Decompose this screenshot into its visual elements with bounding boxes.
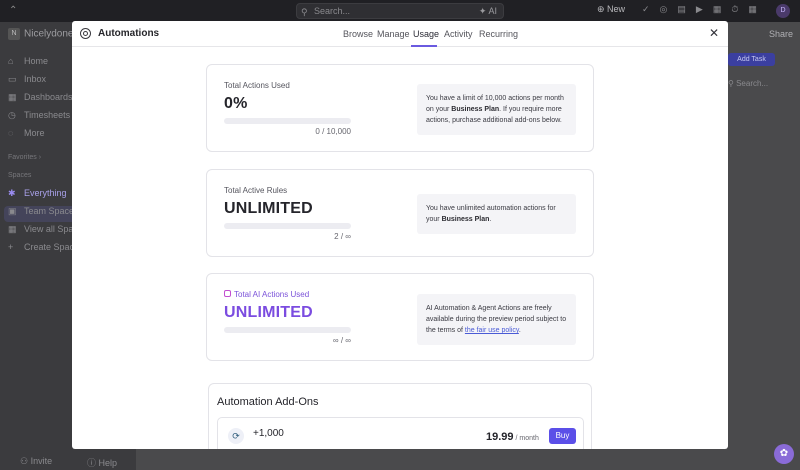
automation-addon-icon: ⟳ [228,428,244,444]
usage-progress-bar [224,118,351,124]
total-ai-actions-card: Total AI Actions Used UNLIMITED ∞ / ∞ AI… [206,273,594,361]
top-toolbar-icons[interactable]: ✓◎▤▶▦⏱▦ [642,4,767,15]
task-search[interactable]: ⚲ Search... [728,79,768,88]
tab-manage[interactable]: Manage [377,29,410,39]
buy-button[interactable]: Buy [549,428,576,444]
home-icon: ⌂ [8,56,14,66]
sidebar-item-timesheets[interactable]: ◷ Timesheets [8,110,70,121]
automation-addons-section: Automation Add-Ons ⟳ +1,000 19.99/ month… [208,383,592,449]
card-value: UNLIMITED [224,304,313,321]
usage-count: ∞ / ∞ [332,336,351,345]
usage-progress-bar [224,223,351,229]
invite-icon: ⚇ [20,456,29,466]
ai-preview-note: AI Automation & Agent Actions are freely… [417,294,576,345]
tab-recurring[interactable]: Recurring [479,29,518,39]
inbox-icon: ▭ [8,74,17,84]
help-fab-icon[interactable]: ✿ [774,444,794,464]
sidebar-item-team-space[interactable]: ▣ Team Space [8,206,74,217]
workspace-badge: N [8,28,20,40]
plus-icon: + [8,242,14,252]
share-button[interactable]: Share [769,29,793,39]
automations-modal: Automations Browse Manage Usage Activity… [72,21,728,449]
search-icon: ⚲ [301,7,308,17]
avatar[interactable]: D [776,4,790,18]
grid-icon: ▦ [8,224,17,234]
team-space-icon: ▣ [8,206,17,216]
addons-title: Automation Add-Ons [217,396,319,408]
modal-header: Automations Browse Manage Usage Activity… [72,21,728,47]
modal-title: Automations [98,28,160,39]
search-placeholder: Search... [314,6,351,16]
chevron-right-icon: › [38,154,42,161]
addon-price: 19.99/ month [486,431,539,443]
sidebar-item-create-space[interactable]: + Create Space [8,242,79,252]
total-active-rules-card: Total Active Rules UNLIMITED 2 / ∞ You h… [206,169,594,257]
spaces-section: Spaces [8,172,32,179]
addon-quantity: +1,000 [253,428,284,439]
timesheets-icon: ◷ [8,110,16,120]
help-icon: ⓘ [87,458,97,468]
top-bar: ⌃ ⚲ Search... ✦ AI ⊕ New ✓◎▤▶▦⏱▦ D [0,0,800,22]
ai-sparkle-icon [224,290,231,297]
card-label: Total Active Rules [224,186,288,195]
active-tab-indicator [411,45,437,47]
card-label: Total Actions Used [224,81,290,90]
search-icon: ⚲ [728,79,734,88]
tab-browse[interactable]: Browse [343,29,373,39]
addon-period: / month [515,435,539,442]
ai-icon: ✦ [478,6,487,16]
app-logo-icon[interactable]: ⌃ [9,5,19,17]
invite-button[interactable]: ⚇ Invite [20,456,52,467]
automation-icon [80,28,91,39]
workspace-name: Nicelydone [24,28,74,40]
global-search[interactable]: ⚲ Search... ✦ AI [296,3,504,19]
ai-button[interactable]: ✦ AI [479,4,497,18]
tab-activity[interactable]: Activity [444,29,473,39]
sidebar-item-dashboards[interactable]: ▦ Dashboards [8,92,73,103]
card-value: UNLIMITED [224,200,313,217]
addon-row: ⟳ +1,000 19.99/ month Buy [217,417,584,449]
usage-count: 0 / 10,000 [315,127,351,136]
close-icon[interactable]: ✕ [709,27,719,39]
tab-usage[interactable]: Usage [413,29,439,39]
more-icon: ◌ [8,128,14,138]
add-task-button[interactable]: Add Task [728,53,775,66]
total-actions-card: Total Actions Used 0% 0 / 10,000 You hav… [206,64,594,152]
sidebar-item-home[interactable]: ⌂ Home [8,56,48,66]
help-button[interactable]: ⓘ Help [87,456,117,469]
dashboards-icon: ▦ [8,92,17,102]
plan-note: You have a limit of 10,000 actions per m… [417,84,576,135]
plan-note: You have unlimited automation actions fo… [417,194,576,234]
everything-icon: ✱ [8,188,16,198]
sidebar-item-inbox[interactable]: ▭ Inbox [8,74,46,85]
sidebar-item-everything[interactable]: ✱ Everything [8,188,67,199]
card-value: 0% [224,95,248,112]
new-button[interactable]: ⊕ New [597,4,625,15]
workspace-switcher[interactable]: N Nicelydone [8,28,73,40]
usage-count: 2 / ∞ [334,232,351,241]
sidebar-item-more[interactable]: ◌ More [8,128,45,138]
usage-progress-bar [224,327,351,333]
card-label: Total AI Actions Used [224,290,309,299]
favorites-section[interactable]: Favorites › [8,154,41,161]
fair-use-policy-link[interactable]: the fair use policy [465,327,519,334]
